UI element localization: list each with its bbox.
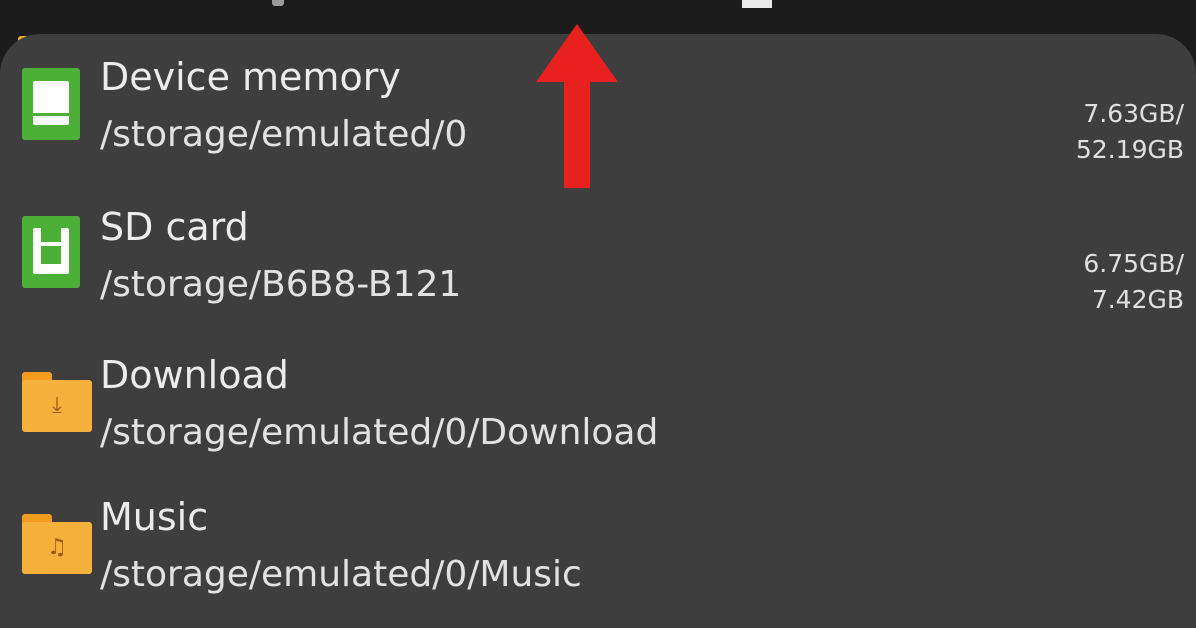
music-note-icon: ♫ xyxy=(47,535,67,560)
storage-usage: 7.63GB/ 52.19GB xyxy=(1076,96,1184,168)
storage-item-download[interactable]: ⤓ Download /storage/emulated/0/Download xyxy=(0,352,1196,492)
storage-item-name: Download xyxy=(100,353,289,397)
storage-item-path: /storage/B6B8-B121 xyxy=(100,264,462,305)
storage-item-path: /storage/emulated/0/Download xyxy=(100,412,659,453)
storage-used: 7.63GB/ xyxy=(1083,99,1184,128)
storage-item-path: /storage/emulated/0 xyxy=(100,114,468,155)
storage-item-sd-card[interactable]: SD card /storage/B6B8-B121 6.75GB/ 7.42G… xyxy=(0,204,1196,344)
storage-item-name: Music xyxy=(100,495,209,539)
storage-usage: 6.75GB/ 7.42GB xyxy=(1083,246,1184,318)
download-icon: ⤓ xyxy=(52,393,62,418)
top-bar-glyph xyxy=(742,0,772,8)
top-bar-glyph xyxy=(272,0,284,6)
screen: Device memory /storage/emulated/0 7.63GB… xyxy=(0,0,1196,628)
up-arrow-annotation-icon xyxy=(536,24,618,188)
storage-total: 52.19GB xyxy=(1075,135,1184,164)
storage-used: 6.75GB/ xyxy=(1083,249,1184,278)
storage-item-music[interactable]: ♫ Music /storage/emulated/0/Music xyxy=(0,494,1196,628)
storage-item-path: /storage/emulated/0/Music xyxy=(100,554,582,595)
storage-item-name: Device memory xyxy=(100,55,401,99)
storage-item-name: SD card xyxy=(100,205,249,249)
storage-total: 7.42GB xyxy=(1091,285,1184,314)
